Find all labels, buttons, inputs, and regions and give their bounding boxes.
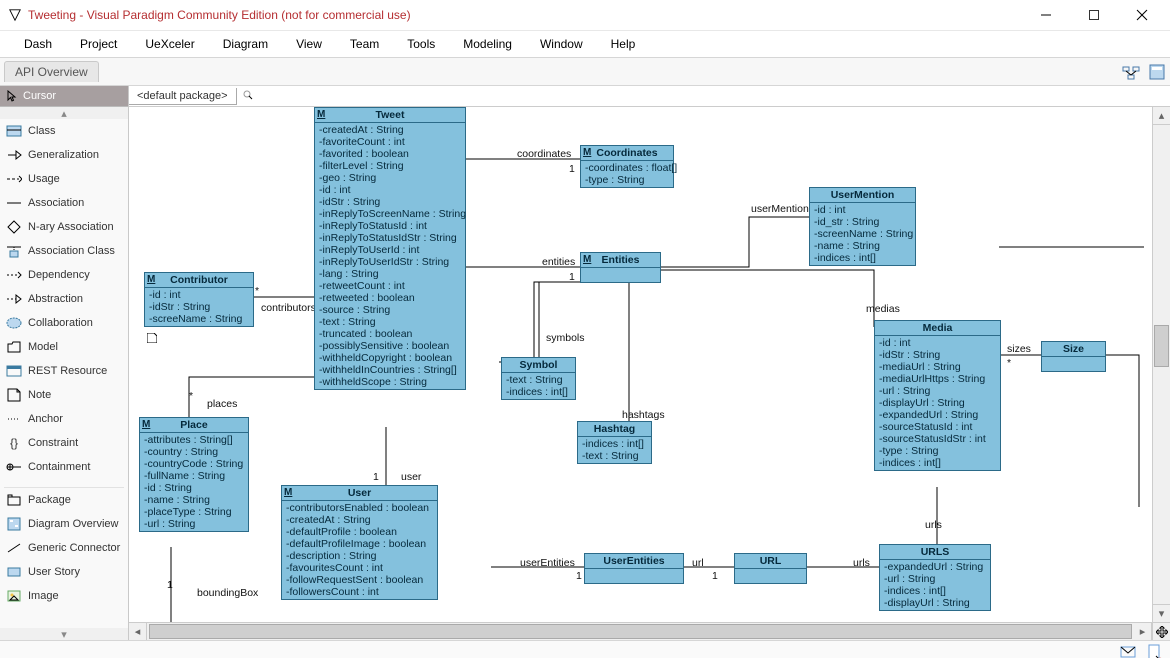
class-tweet-attrs: -createdAt : String-favoriteCount : int-…: [315, 123, 465, 389]
label-userentities: userEntities: [520, 557, 575, 569]
palette-collapse-down[interactable]: ▾: [0, 628, 128, 640]
label-places: places: [207, 398, 237, 410]
class-urls[interactable]: URLS -expandedUrl : String-url : String-…: [879, 544, 991, 611]
label-url: url: [692, 557, 704, 569]
palette-cursor-label: Cursor: [23, 90, 56, 102]
palette-generic-connector[interactable]: Generic Connector: [0, 536, 128, 560]
palette-note[interactable]: Note: [0, 383, 128, 407]
status-bar: [0, 640, 1170, 658]
class-symbol[interactable]: Symbol -text : String-indices : int[]: [501, 357, 576, 400]
horizontal-scrollbar[interactable]: ◂ ▸: [129, 622, 1170, 640]
report-icon[interactable]: [1146, 644, 1162, 658]
close-button[interactable]: [1122, 1, 1162, 29]
label-urlsb: urls: [853, 557, 870, 569]
label-coordinates: coordinates: [517, 148, 571, 160]
pan-icon[interactable]: [1156, 626, 1168, 638]
class-usermention[interactable]: UserMention -id : int-id_str : String-sc…: [809, 187, 916, 266]
breadcrumb[interactable]: <default package>: [129, 88, 237, 105]
diagram-canvas[interactable]: coordinates 1 entities 1 userMentions * …: [129, 107, 1170, 622]
menu-uexceler[interactable]: UeXceler: [131, 31, 208, 57]
menu-dash[interactable]: Dash: [10, 31, 66, 57]
palette-association-class[interactable]: Association Class: [0, 239, 128, 263]
vertical-scrollbar[interactable]: ▴ ▾: [1152, 107, 1170, 622]
minimize-button[interactable]: [1026, 1, 1066, 29]
palette-abstraction[interactable]: Abstraction: [0, 287, 128, 311]
label-one-f: 1: [167, 579, 173, 591]
menu-team[interactable]: Team: [336, 31, 393, 57]
breadcrumb-bar: <default package>: [129, 86, 1170, 107]
window-title: Tweeting - Visual Paradigm Community Edi…: [28, 8, 1026, 22]
tool-palette: Cursor ▴ Class Generalization Usage Asso…: [0, 86, 129, 640]
label-star1: *: [255, 285, 259, 297]
label-hashtags: hashtags: [622, 409, 665, 421]
label-one-a: 1: [569, 163, 575, 175]
menu-diagram[interactable]: Diagram: [209, 31, 282, 57]
format-icon[interactable]: [1148, 63, 1166, 81]
class-entities[interactable]: MEntities: [580, 252, 661, 283]
class-url[interactable]: URL: [734, 553, 807, 584]
palette-collaboration[interactable]: Collaboration: [0, 311, 128, 335]
palette-usage[interactable]: Usage: [0, 167, 128, 191]
palette-association[interactable]: Association: [0, 191, 128, 215]
menu-bar: Dash Project UeXceler Diagram View Team …: [0, 31, 1170, 58]
palette-diagram-overview[interactable]: Diagram Overview: [0, 512, 128, 536]
search-icon[interactable]: [237, 88, 259, 105]
note-icon: [147, 333, 157, 343]
label-one-c: 1: [373, 471, 379, 483]
svg-text:{}: {}: [10, 436, 18, 450]
menu-window[interactable]: Window: [526, 31, 597, 57]
layout-icon[interactable]: [1122, 63, 1140, 81]
menu-project[interactable]: Project: [66, 31, 131, 57]
class-tweet[interactable]: MTweet -createdAt : String-favoriteCount…: [314, 107, 466, 390]
tab-api-overview[interactable]: API Overview: [4, 61, 99, 82]
label-boundingbox: boundingBox: [197, 587, 258, 599]
cursor-icon: [6, 90, 18, 102]
palette-anchor[interactable]: Anchor: [0, 407, 128, 431]
palette-generalization[interactable]: Generalization: [0, 143, 128, 167]
palette-nary-association[interactable]: N-ary Association: [0, 215, 128, 239]
palette-constraint[interactable]: {}Constraint: [0, 431, 128, 455]
class-userentities[interactable]: UserEntities: [584, 553, 684, 584]
palette-rest-resource[interactable]: REST Resource: [0, 359, 128, 383]
label-entities: entities: [542, 256, 575, 268]
mail-icon[interactable]: [1120, 644, 1136, 658]
palette-containment[interactable]: Containment: [0, 455, 128, 479]
palette-cursor[interactable]: Cursor: [0, 86, 128, 107]
label-one-e: 1: [576, 570, 582, 582]
palette-class[interactable]: Class: [0, 119, 128, 143]
class-user[interactable]: MUser -contributorsEnabled : boolean-cre…: [281, 485, 438, 600]
menu-help[interactable]: Help: [597, 31, 650, 57]
label-star3: *: [189, 390, 193, 402]
menu-tools[interactable]: Tools: [393, 31, 449, 57]
toolbar: API Overview: [0, 58, 1170, 86]
label-symbols: symbols: [546, 332, 585, 344]
label-star4: *: [1007, 357, 1011, 369]
title-bar: Tweeting - Visual Paradigm Community Edi…: [0, 0, 1170, 31]
label-user: user: [401, 471, 421, 483]
label-medias: medias: [866, 303, 900, 315]
palette-collapse-up[interactable]: ▴: [0, 107, 128, 119]
label-urlsa: urls: [925, 519, 942, 531]
class-size[interactable]: Size: [1041, 341, 1106, 372]
label-one-b: 1: [569, 271, 575, 283]
palette-dependency[interactable]: Dependency: [0, 263, 128, 287]
menu-view[interactable]: View: [282, 31, 336, 57]
label-contributors: contributors: [261, 302, 316, 314]
palette-user-story[interactable]: User Story: [0, 560, 128, 584]
app-icon: [8, 8, 22, 22]
class-contributor[interactable]: MContributor -id : int-idStr : String-sc…: [144, 272, 254, 327]
palette-package[interactable]: Package: [0, 488, 128, 512]
class-coordinates[interactable]: MCoordinates -coordinates : float[]-type…: [580, 145, 674, 188]
class-hashtag[interactable]: Hashtag -indices : int[]-text : String: [577, 421, 652, 464]
palette-model[interactable]: Model: [0, 335, 128, 359]
label-sizes: sizes: [1007, 343, 1031, 355]
palette-image[interactable]: Image: [0, 584, 128, 608]
label-usermentions: userMentions: [751, 203, 814, 215]
maximize-button[interactable]: [1074, 1, 1114, 29]
class-place[interactable]: MPlace -attributes : String[]-country : …: [139, 417, 249, 532]
menu-modeling[interactable]: Modeling: [449, 31, 526, 57]
label-one-d: 1: [712, 570, 718, 582]
class-media[interactable]: Media -id : int-idStr : String-mediaUrl …: [874, 320, 1001, 471]
